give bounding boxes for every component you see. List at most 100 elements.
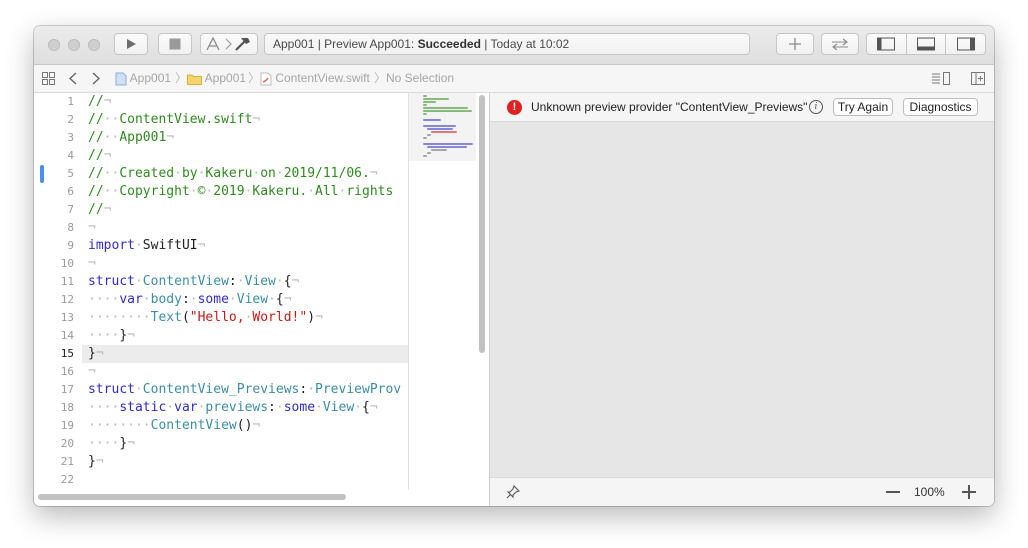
code-line[interactable]: //··ContentView.swift¬ [88,111,260,129]
close-window-button[interactable] [48,39,60,51]
stop-button[interactable] [158,33,192,55]
breadcrumb-project-label: App001 [129,71,172,85]
breadcrumb-selection[interactable]: No Selection [386,65,454,92]
forward-button[interactable] [92,65,101,92]
line-number-gutter[interactable]: 1 2 3 4 5 6 7 8 9 10 11 12 13 14 15 16 17 18 19 20 21 22 [34,93,82,493]
minimap-line [423,143,473,145]
minimap-line [423,113,427,115]
code-line[interactable]: ····}¬ [88,435,135,453]
minimap-line [423,137,427,139]
breadcrumb-file-label: ContentView.swift [275,71,370,85]
minimap-line [423,110,472,112]
code-line[interactable]: ····static·var·previews:·some·View·{¬ [88,399,378,417]
code-line[interactable]: //¬ [88,93,111,111]
preview-canvas[interactable]: ! Unknown preview provider "ContentView_… [490,93,994,506]
breadcrumb-project[interactable]: App001 [115,65,171,92]
run-button[interactable] [114,33,148,55]
zoom-window-button[interactable] [88,39,100,51]
bottom-panel-icon [917,37,935,51]
try-again-button[interactable]: Try Again [833,98,893,116]
related-items-button[interactable] [42,65,55,92]
toggle-debug-area-button[interactable] [905,34,946,54]
code-line[interactable]: struct·ContentView:·View·{¬ [88,273,299,291]
code-review-button[interactable] [821,33,859,55]
line-number: 1 [67,95,74,108]
minimap[interactable] [408,93,476,490]
line-number: 2 [67,113,74,126]
error-icon: ! [507,100,522,115]
line-number: 21 [60,455,74,468]
line-number: 12 [60,293,74,306]
line-number: 19 [60,419,74,432]
activity-prefix: App001 | Preview App001: [273,37,418,51]
minimap-line [427,128,454,130]
zoom-in-button[interactable] [962,485,976,499]
activity-time: | Today at 10:02 [480,37,570,51]
minimize-window-button[interactable] [68,39,80,51]
code-line[interactable]: ····var·body:·some·View·{¬ [88,291,292,309]
breadcrumb-file[interactable]: ContentView.swift [260,65,370,92]
panel-toggle-group [866,33,986,55]
code-line[interactable]: struct·ContentView_Previews:·PreviewProv [88,381,401,399]
line-number: 14 [60,329,74,342]
minimap-line [427,146,467,148]
code-area[interactable]: //¬//··ContentView.swift¬//··App001¬//¬ /… [88,93,408,493]
breadcrumb-separator-icon: 〉 [175,71,188,85]
code-line[interactable]: //··Created·by·Kakeru·on·2019/11/06.¬ [88,165,378,183]
line-number: 3 [67,131,74,144]
lines-panel-icon [932,72,950,86]
code-line[interactable]: }¬ [88,345,104,363]
add-editor-icon [971,72,985,86]
line-number: 20 [60,437,74,450]
add-editor-button[interactable] [971,65,985,92]
code-line[interactable]: ····}¬ [88,327,135,345]
activity-viewer: App001 | Preview App001: Succeeded | Tod… [264,33,750,55]
code-line[interactable]: ········ContentView()¬ [88,417,260,435]
pin-icon [506,484,521,499]
code-line[interactable]: import·SwiftUI¬ [88,237,205,255]
line-number: 7 [67,203,74,216]
horizontal-scrollbar[interactable] [38,494,346,500]
code-line[interactable]: //¬ [88,201,111,219]
code-line[interactable]: //¬ [88,147,111,165]
code-line[interactable]: ¬ [88,255,96,273]
code-line[interactable]: ¬ [88,363,96,381]
diagnostics-button[interactable]: Diagnostics [903,98,978,116]
line-number: 8 [67,221,74,234]
toggle-inspector-button[interactable] [945,34,985,54]
breadcrumb-separator-icon: 〉 [374,71,387,85]
pin-preview-button[interactable] [506,484,521,502]
back-button[interactable] [68,65,77,92]
right-panel-icon [956,37,975,51]
toggle-navigator-button[interactable] [867,34,906,54]
code-line[interactable]: }¬ [88,453,104,471]
code-line[interactable]: ¬ [88,219,96,237]
breadcrumb-separator-icon: 〉 [248,71,261,85]
chevron-right-icon [92,72,101,85]
stop-icon [169,38,181,50]
breadcrumb-group-label: App001 [204,71,247,85]
code-line[interactable]: //··Copyright·©·2019·Kakeru.·All·rights [88,183,393,201]
zoom-out-button[interactable] [886,491,900,493]
code-line[interactable]: ········Text("Hello,·World!")¬ [88,309,323,327]
line-number: 17 [60,383,74,396]
library-button[interactable] [776,33,814,55]
vertical-scrollbar[interactable] [479,95,485,353]
grid-icon [42,72,55,86]
minimap-line [423,101,436,103]
scheme-selector[interactable] [200,33,258,55]
line-number: 5 [67,167,74,180]
scheme-app-hammer-icon [206,36,250,51]
preview-error-message: Unknown preview provider "ContentView_Pr… [531,100,808,114]
preview-error-banner: ! Unknown preview provider "ContentView_… [490,93,994,122]
editor-options-button[interactable] [932,65,950,92]
minimap-line [427,152,431,154]
left-panel-icon [877,37,896,51]
code-line[interactable]: //··App001¬ [88,129,174,147]
info-icon[interactable]: i [809,100,823,114]
line-number: 4 [67,149,74,162]
breadcrumb-group[interactable]: App001 [187,65,246,92]
minimap-line [423,119,441,121]
zoom-level[interactable]: 100% [914,478,945,506]
source-editor[interactable]: 1 2 3 4 5 6 7 8 9 10 11 12 13 14 15 16 17 18 19 20 21 22 //¬ /… [34,93,489,506]
